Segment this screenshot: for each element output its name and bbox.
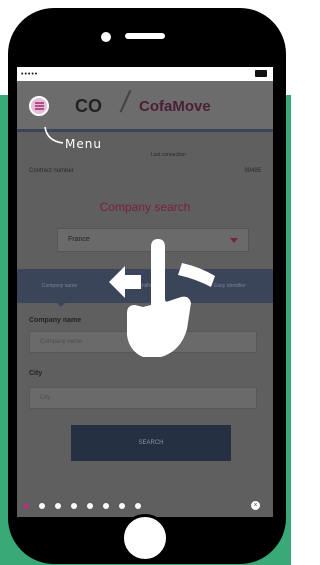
last-connection: Last connection [151,152,187,158]
home-button[interactable] [121,514,169,562]
contract-number-value: 99485 [244,168,261,174]
company-search-title: Company search [99,200,191,214]
contract-number-label: Contract number [29,168,74,174]
active-tab-indicator [57,303,65,307]
pager-dot[interactable] [87,503,93,509]
hamburger-menu-icon[interactable] [29,96,49,116]
pager-dot-active[interactable] [23,503,29,509]
city-placeholder: City [40,395,51,401]
swipe-gesture-icon [109,239,215,357]
search-button[interactable]: SEARCH [71,425,231,461]
pager-dot[interactable] [55,503,61,509]
logo-text: CofaMove [139,98,211,115]
pager-dot[interactable] [71,503,77,509]
dropdown-arrow-icon [230,238,238,243]
app-header: CO / CofaMove [17,81,273,129]
status-bar: ••••• [17,67,273,81]
city-input[interactable]: City [29,387,257,409]
logo-symbol: CO [75,96,102,116]
pager-dot[interactable] [119,503,125,509]
battery-icon [255,70,267,77]
pager-dot[interactable] [39,503,45,509]
close-icon[interactable]: × [251,501,260,510]
phone-screen: ••••• CO / CofaMove Menu Last connection… [17,67,273,517]
menu-annotation: Menu [65,137,102,151]
speaker-grille [125,33,165,39]
company-name-placeholder: Company name [40,339,83,345]
pager-dot[interactable] [135,503,141,509]
city-label: City [29,370,43,377]
logo-slash: / [118,86,133,119]
company-name-label: Company name [29,317,82,324]
pager-dot[interactable] [103,503,109,509]
camera-icon [101,32,111,42]
signal-icon: ••••• [21,71,39,78]
